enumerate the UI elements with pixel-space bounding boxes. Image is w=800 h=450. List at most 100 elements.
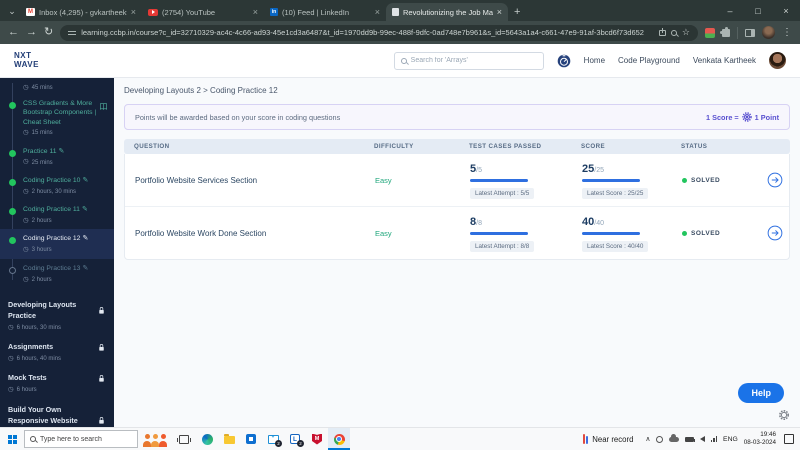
url-text[interactable]: learning.ccbp.in/course?c_id=32710329-ac… [81, 28, 654, 37]
tray-chevron-up-icon[interactable]: ∧ [645, 435, 650, 443]
close-tab-icon[interactable]: × [375, 7, 380, 17]
bookmark-star-icon[interactable]: ☆ [682, 28, 690, 37]
tab-youtube[interactable]: (2754) YouTube × [142, 3, 264, 21]
thermometer-icon [583, 434, 589, 444]
back-button[interactable]: ← [8, 27, 19, 38]
table-row[interactable]: Portfolio Website Services Section Easy … [125, 154, 789, 207]
weather-widget[interactable]: Near record [583, 434, 633, 444]
network-icon[interactable] [710, 436, 718, 442]
share-icon[interactable] [658, 27, 666, 36]
edge-icon [201, 433, 213, 445]
completed-dot-icon [9, 149, 16, 157]
close-window-button[interactable]: × [772, 0, 800, 21]
edit-pencil-icon: ✎ [82, 264, 89, 272]
tab-gmail[interactable]: Inbox (4,295) - gvkartheek98@g × [20, 3, 142, 21]
address-bar[interactable]: learning.ccbp.in/course?c_id=32710329-ac… [60, 24, 698, 41]
sidebar-item-practice-11[interactable]: Practice 11 ✎ ◷ 25 mins [0, 142, 114, 171]
sidebar-item-css-gradients[interactable]: CSS Gradients & More Bootstrap Component… [0, 94, 114, 142]
book-icon [100, 102, 107, 110]
sidebar-item-coding-practice-13[interactable]: Coding Practice 13 ✎ ◷ 2 hours [0, 259, 114, 288]
windows-logo-icon [7, 434, 17, 444]
completed-dot-icon [9, 237, 16, 245]
new-tab-button[interactable]: + [514, 6, 520, 18]
update-icon[interactable] [655, 435, 663, 443]
lesson-timeline: ◷ 45 mins CSS Gradients & More Bootstrap… [0, 83, 114, 288]
help-button[interactable]: Help [738, 383, 784, 403]
breadcrumb[interactable]: Developing Layouts 2 > Coding Practice 1… [124, 86, 790, 95]
sidebar-section-developing-layouts-practice[interactable]: Developing Layouts Practice ◷ 6 hours, 3… [8, 300, 106, 331]
search-input[interactable] [410, 57, 537, 64]
tab-linkedin[interactable]: (10) Feed | LinkedIn × [264, 3, 386, 21]
minimize-button[interactable]: – [716, 0, 744, 21]
extensions-puzzle-icon[interactable] [720, 26, 730, 37]
side-panel-icon[interactable] [745, 28, 755, 37]
open-question-arrow-icon[interactable] [767, 172, 783, 188]
tests-progress-bar [470, 179, 528, 182]
col-question: QUESTION [134, 143, 170, 150]
clock-icon: ◷ [23, 275, 29, 283]
score-progress-bar [582, 179, 640, 182]
locked-sections: Developing Layouts Practice ◷ 6 hours, 3… [0, 300, 114, 427]
user-name[interactable]: Venkata Kartheek [693, 56, 756, 65]
open-question-arrow-icon[interactable] [767, 225, 783, 241]
tab-active-learning[interactable]: Revolutionizing the Job Market × [386, 3, 508, 21]
document-icon [392, 8, 399, 16]
close-tab-icon[interactable]: × [253, 7, 258, 17]
browser-profile-avatar[interactable] [762, 26, 775, 39]
sidebar-section-course-exam[interactable]: Build Your Own Responsive Website Course… [8, 405, 106, 427]
app-search-box[interactable] [393, 51, 544, 70]
taskbar-store[interactable] [240, 428, 262, 450]
language-indicator[interactable]: ENG [723, 436, 738, 443]
taskbar-file-explorer[interactable] [218, 428, 240, 450]
course-sidebar: ◷ 45 mins CSS Gradients & More Bootstrap… [0, 78, 114, 427]
browser-toolbar: ← → ↻ learning.ccbp.in/course?c_id=32710… [0, 21, 800, 44]
taskbar-edge[interactable] [196, 428, 218, 450]
sidebar-section-assignments[interactable]: Assignments ◷ 6 hours, 40 mins [8, 342, 106, 362]
user-avatar[interactable] [769, 52, 786, 69]
sidebar-section-mock-tests[interactable]: Mock Tests ◷ 6 hours [8, 373, 106, 393]
streak-timer-icon[interactable] [557, 54, 571, 68]
forward-button[interactable]: → [26, 27, 37, 38]
site-settings-icon[interactable] [68, 30, 77, 35]
sidebar-item-coding-practice-12[interactable]: Coding Practice 12 ✎ ◷ 3 hours [0, 229, 114, 259]
browser-menu-icon[interactable]: ⋮ [782, 27, 792, 38]
tab-title: (10) Feed | LinkedIn [282, 7, 349, 17]
onedrive-cloud-icon[interactable] [668, 433, 679, 442]
screen: ⌄ Inbox (4,295) - gvkartheek98@g × (2754… [0, 0, 800, 450]
taskbar-search-input[interactable] [40, 435, 132, 443]
maximize-button[interactable]: □ [744, 0, 772, 21]
latest-attempt-badge: Latest Attempt : 5/5 [470, 188, 535, 199]
task-view-icon[interactable] [177, 434, 191, 444]
close-tab-icon[interactable]: × [497, 7, 502, 17]
table-row[interactable]: Portfolio Website Work Done Section Easy… [125, 207, 789, 259]
taskbar-l-app[interactable]: 2 [284, 428, 306, 450]
folder-icon [223, 434, 235, 444]
col-tests: TEST CASES PASSED [469, 143, 542, 150]
start-button[interactable] [0, 428, 24, 450]
settings-gear-icon[interactable] [778, 409, 790, 421]
completed-dot-icon [9, 208, 16, 216]
system-tray [655, 433, 718, 443]
nav-home[interactable]: Home [584, 56, 605, 65]
taskbar-clock[interactable]: 19:46 08-03-2024 [744, 431, 776, 448]
nav-code-playground[interactable]: Code Playground [618, 56, 680, 65]
action-center-icon[interactable] [784, 434, 794, 444]
volume-icon[interactable] [699, 436, 705, 442]
points-banner-text: Points will be awarded based on your sco… [135, 112, 341, 122]
tab-search-chevron-icon[interactable]: ⌄ [4, 6, 20, 21]
sidebar-item-coding-practice-10[interactable]: Coding Practice 10 ✎ ◷ 2 hours, 30 mins [0, 171, 114, 200]
close-tab-icon[interactable]: × [131, 7, 136, 17]
reload-button[interactable]: ↻ [44, 27, 53, 38]
sidebar-item-coding-practice-11[interactable]: Coding Practice 11 ✎ ◷ 2 hours [0, 200, 114, 229]
zoom-icon[interactable] [670, 29, 677, 36]
taskbar-mail[interactable]: 2 [262, 428, 284, 450]
nxtwave-logo[interactable]: NXT WAVE [14, 51, 39, 69]
mcafee-shield-icon [312, 433, 322, 445]
adblock-extension-icon[interactable] [705, 27, 715, 38]
weather-text: Near record [592, 434, 634, 444]
battery-icon[interactable] [684, 436, 695, 442]
taskbar-mcafee[interactable] [306, 428, 328, 450]
taskbar-search-box[interactable] [24, 430, 138, 448]
people-icon[interactable] [143, 431, 167, 447]
taskbar-chrome[interactable] [328, 428, 350, 450]
